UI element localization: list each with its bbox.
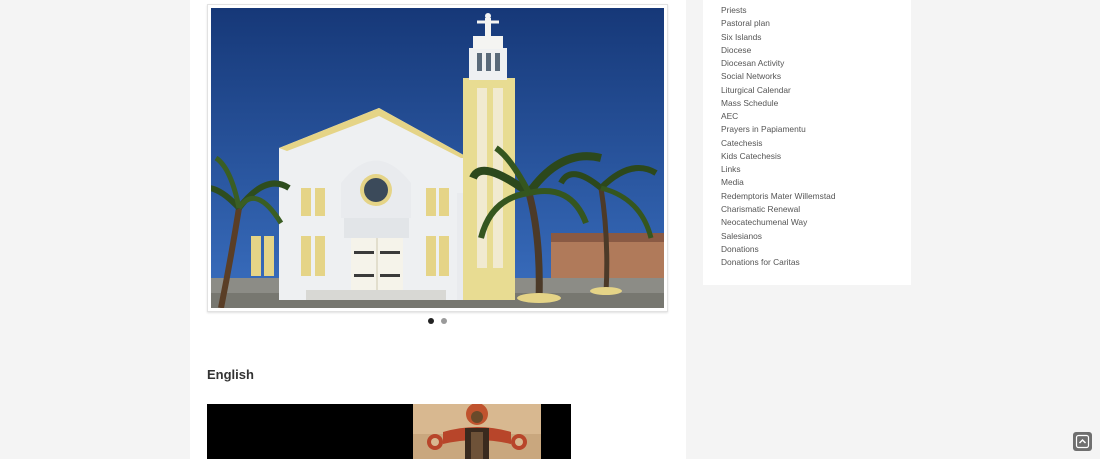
slide-church-photo[interactable]	[211, 8, 664, 308]
chevron-up-icon	[1075, 434, 1090, 449]
sidebar-menu: Priests Pastoral plan Six Islands Dioces…	[703, 0, 911, 285]
sidebar-item-six-islands[interactable]: Six Islands	[721, 31, 836, 44]
section-heading-english: English	[207, 367, 254, 382]
sidebar-item-salesianos[interactable]: Salesianos	[721, 230, 836, 243]
sidebar-item-donations-for-caritas[interactable]: Donations for Caritas	[721, 256, 836, 269]
sidebar-item-social-networks[interactable]: Social Networks	[721, 70, 836, 83]
sidebar-item-donations[interactable]: Donations	[721, 243, 836, 256]
sidebar-item-charismatic-renewal[interactable]: Charismatic Renewal	[721, 203, 836, 216]
video-player[interactable]	[207, 404, 571, 459]
sidebar-item-priests[interactable]: Priests	[721, 4, 836, 17]
slider-dot-1[interactable]	[428, 318, 434, 324]
sidebar-item-prayers-in-papiamentu[interactable]: Prayers in Papiamentu	[721, 123, 836, 136]
sidebar-item-redemptoris-mater[interactable]: Redemptoris Mater Willemstad	[721, 190, 836, 203]
sidebar-item-diocese[interactable]: Diocese	[721, 44, 836, 57]
christ-icon-thumbnail	[413, 404, 541, 459]
church-photo	[211, 8, 664, 308]
sidebar-item-diocesan-activity[interactable]: Diocesan Activity	[721, 57, 836, 70]
sidebar-item-aec[interactable]: AEC	[721, 110, 836, 123]
slider-pagination	[428, 318, 447, 324]
slider-dot-2[interactable]	[441, 318, 447, 324]
sidebar-item-catechesis[interactable]: Catechesis	[721, 137, 836, 150]
sidebar-item-pastoral-plan[interactable]: Pastoral plan	[721, 17, 836, 30]
sidebar-item-mass-schedule[interactable]: Mass Schedule	[721, 97, 836, 110]
sidebar-item-links[interactable]: Links	[721, 163, 836, 176]
sidebar-item-liturgical-calendar[interactable]: Liturgical Calendar	[721, 84, 836, 97]
sidebar-item-media[interactable]: Media	[721, 176, 836, 189]
image-slider[interactable]	[207, 4, 668, 312]
scroll-to-top-button[interactable]	[1073, 432, 1092, 451]
sidebar-menu-list: Priests Pastoral plan Six Islands Dioces…	[721, 4, 836, 269]
sidebar-item-kids-catechesis[interactable]: Kids Catechesis	[721, 150, 836, 163]
sidebar-item-neocatechumenal-way[interactable]: Neocatechumenal Way	[721, 216, 836, 229]
